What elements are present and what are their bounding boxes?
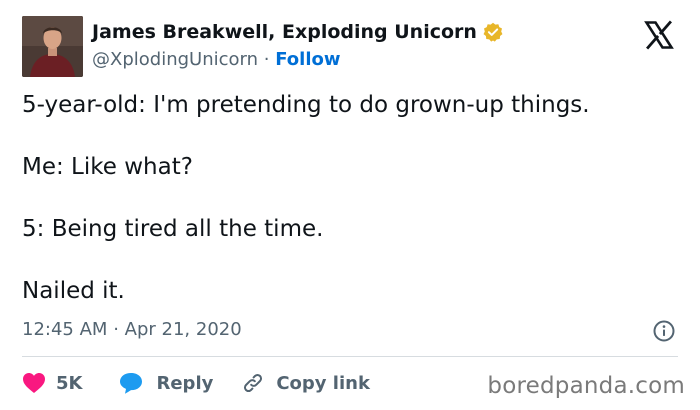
author-display-name[interactable]: James Breakwell, Exploding Unicorn: [92, 18, 503, 46]
tweet-line: 5-year-old: I'm pretending to do grown-u…: [22, 92, 590, 118]
timestamp-separator: ·: [113, 319, 119, 340]
reply-label: Reply: [156, 372, 214, 394]
divider: [22, 356, 678, 357]
info-icon[interactable]: [652, 319, 676, 343]
tweet-actions: 5K Reply Copy link: [22, 368, 370, 398]
reply-button[interactable]: Reply: [118, 371, 241, 395]
copy-link-button[interactable]: Copy link: [241, 371, 370, 395]
author-handle-line: @XplodingUnicorn · Follow: [92, 46, 503, 74]
heart-icon: [22, 372, 46, 394]
avatar-photo-icon: [22, 16, 83, 77]
like-button[interactable]: 5K: [22, 372, 118, 394]
tweet-body: 5-year-old: I'm pretending to do grown-u…: [22, 90, 682, 307]
x-logo-icon[interactable]: [644, 20, 674, 50]
tweet-line: Me: Like what?: [22, 154, 193, 180]
watermark: boredpanda.com: [487, 373, 685, 399]
reply-bubble-icon: [118, 371, 144, 395]
author-avatar[interactable]: [22, 16, 83, 77]
author-handle[interactable]: @XplodingUnicorn: [92, 49, 258, 70]
tweet-time: 12:45 AM: [22, 319, 108, 340]
author-display-name-text: James Breakwell, Exploding Unicorn: [92, 21, 477, 43]
follow-button[interactable]: Follow: [275, 49, 340, 70]
tweet-timestamp[interactable]: 12:45 AM · Apr 21, 2020: [22, 316, 242, 344]
tweet-date: Apr 21, 2020: [124, 319, 242, 340]
handle-separator: ·: [263, 49, 270, 70]
verified-badge-icon: [483, 22, 503, 42]
copy-link-label: Copy link: [276, 372, 370, 394]
like-count: 5K: [56, 372, 83, 394]
author-info: James Breakwell, Exploding Unicorn @Xplo…: [92, 18, 503, 74]
tweet-line: 5: Being tired all the time.: [22, 216, 324, 242]
tweet-line: Nailed it.: [22, 278, 125, 304]
tweet-header: James Breakwell, Exploding Unicorn @Xplo…: [22, 15, 678, 77]
link-icon: [241, 371, 265, 395]
